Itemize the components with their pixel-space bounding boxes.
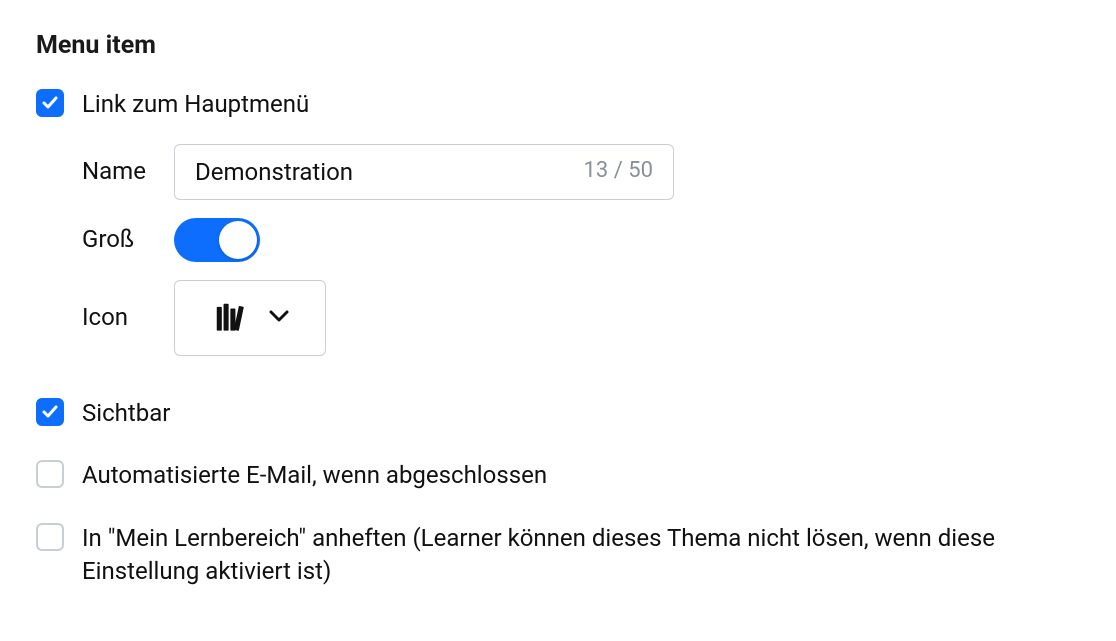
large-row: Groß bbox=[82, 218, 1080, 262]
large-label: Groß bbox=[82, 223, 174, 257]
section-heading: Menu item bbox=[36, 28, 1080, 63]
visible-row: Sichtbar bbox=[36, 396, 1080, 431]
pin-learning-checkbox[interactable] bbox=[36, 523, 64, 551]
link-main-menu-label: Link zum Hauptmenü bbox=[82, 87, 309, 122]
name-input-wrapper: 13 / 50 bbox=[174, 144, 674, 200]
visible-checkbox[interactable] bbox=[36, 398, 64, 426]
pin-learning-label: In "Mein Lernbereich" anheften (Learner … bbox=[82, 521, 1012, 589]
link-main-menu-subfields: Name 13 / 50 Groß Icon bbox=[82, 144, 1080, 356]
auto-email-row: Automatisierte E-Mail, wenn abgeschlosse… bbox=[36, 458, 1080, 493]
toggle-knob bbox=[219, 221, 257, 259]
auto-email-label: Automatisierte E-Mail, wenn abgeschlosse… bbox=[82, 458, 547, 493]
chevron-down-icon bbox=[269, 302, 289, 333]
icon-select[interactable] bbox=[174, 280, 326, 356]
link-main-menu-row: Link zum Hauptmenü bbox=[36, 87, 1080, 122]
name-input[interactable] bbox=[195, 158, 572, 186]
check-icon bbox=[42, 405, 58, 419]
name-label: Name bbox=[82, 155, 174, 189]
icon-row: Icon bbox=[82, 280, 1080, 356]
large-toggle[interactable] bbox=[174, 218, 260, 262]
pin-learning-row: In "Mein Lernbereich" anheften (Learner … bbox=[36, 521, 1080, 589]
check-icon bbox=[42, 96, 58, 110]
name-row: Name 13 / 50 bbox=[82, 144, 1080, 200]
books-icon bbox=[211, 298, 251, 338]
icon-label: Icon bbox=[82, 301, 174, 335]
auto-email-checkbox[interactable] bbox=[36, 460, 64, 488]
link-main-menu-checkbox[interactable] bbox=[36, 89, 64, 117]
visible-label: Sichtbar bbox=[82, 396, 170, 431]
name-char-counter: 13 / 50 bbox=[584, 156, 653, 187]
